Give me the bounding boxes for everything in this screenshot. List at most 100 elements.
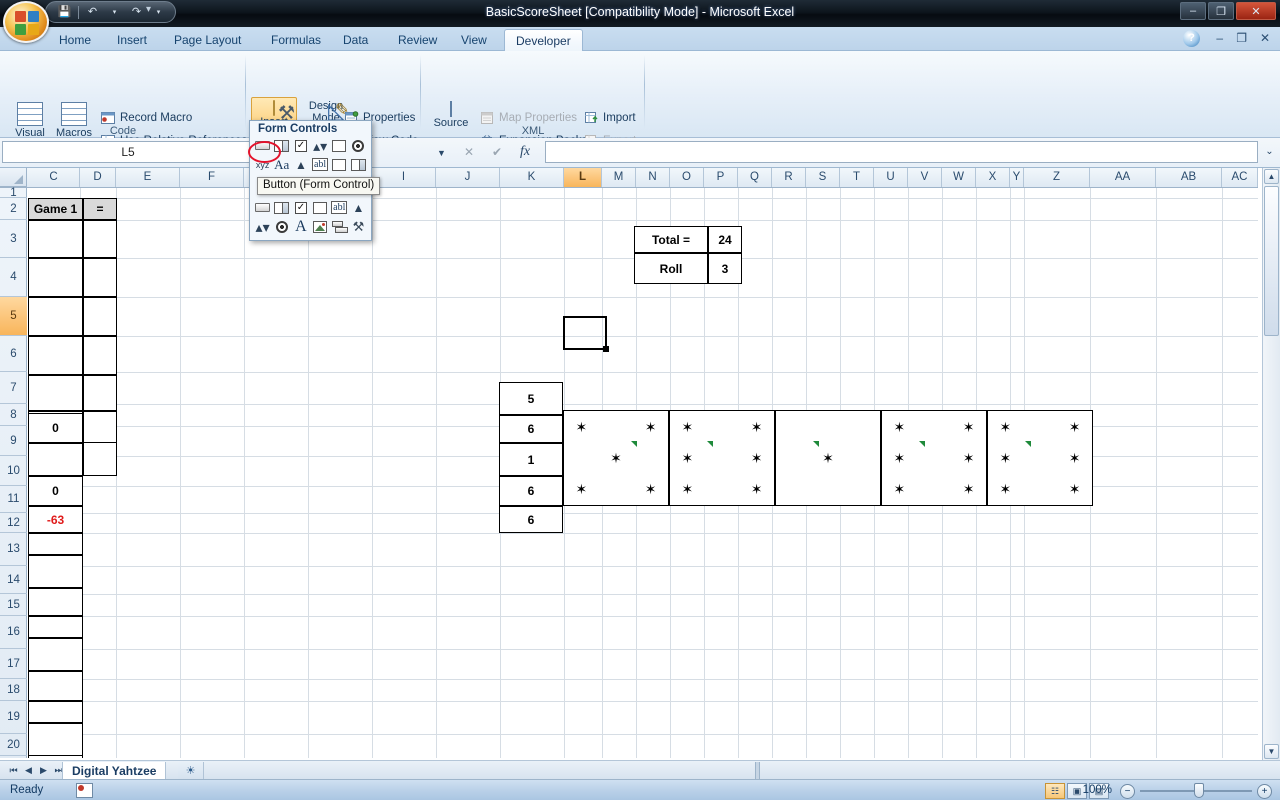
column-header-F[interactable]: F <box>180 168 244 187</box>
form-combo-drop-down-edit-control[interactable] <box>350 156 367 173</box>
activex-option-button-control[interactable] <box>273 218 290 235</box>
keeper-cell-3[interactable]: 1 <box>499 443 563 476</box>
tab-review[interactable]: Review <box>387 29 448 51</box>
row-header-3[interactable]: 3 <box>0 220 27 258</box>
cell-C8[interactable]: 0 <box>28 413 83 443</box>
row-header-2[interactable]: 2 <box>0 198 27 220</box>
name-box[interactable]: L5 <box>2 141 254 163</box>
column-header-S[interactable]: S <box>806 168 840 187</box>
activex-command-button-control[interactable] <box>254 199 271 216</box>
column-header-I[interactable]: I <box>372 168 436 187</box>
select-all-corner[interactable] <box>0 168 27 187</box>
sheet-tab-digital-yahtzee[interactable]: Digital Yahtzee <box>62 762 167 780</box>
cell-C15[interactable] <box>28 616 83 638</box>
roll-value-cell[interactable]: 3 <box>708 253 742 284</box>
column-header-Y[interactable]: Y <box>1010 168 1024 187</box>
next-sheet-button[interactable]: ▶ <box>36 764 51 778</box>
form-spin-button-control[interactable]: ▴▾ <box>312 137 329 154</box>
activex-combo-box-control[interactable] <box>273 199 290 216</box>
activex-more-controls[interactable]: ⚒ <box>350 218 367 235</box>
office-button[interactable] <box>3 1 49 43</box>
column-header-J[interactable]: J <box>436 168 500 187</box>
cell-C19[interactable] <box>28 723 83 756</box>
undo-dropdown-icon[interactable]: ▾ <box>106 4 123 21</box>
column-header-V[interactable]: V <box>908 168 942 187</box>
cell-C6[interactable] <box>28 375 83 411</box>
column-header-AA[interactable]: AA <box>1090 168 1156 187</box>
row-header-17[interactable]: 17 <box>0 649 27 679</box>
first-sheet-button[interactable]: ⏮ <box>6 764 21 778</box>
ribbon-close-button[interactable]: ✕ <box>1260 31 1270 45</box>
formula-input[interactable] <box>545 141 1258 163</box>
row-header-5[interactable]: 5 <box>0 297 27 336</box>
tab-insert[interactable]: Insert <box>106 29 158 51</box>
tab-data[interactable]: Data <box>332 29 379 51</box>
form-list-box-control[interactable] <box>331 137 348 154</box>
cell-D2[interactable] <box>83 220 117 258</box>
zoom-slider-handle[interactable] <box>1194 783 1204 798</box>
cell-D5[interactable] <box>83 336 117 375</box>
expand-formula-bar-icon[interactable]: ⌄ <box>1261 142 1278 162</box>
cell-C9[interactable] <box>28 443 83 476</box>
record-macro-status-icon[interactable] <box>76 783 93 798</box>
normal-view-button[interactable]: ☷ <box>1045 783 1065 799</box>
form-label-control[interactable]: Aa <box>273 156 290 173</box>
row-header-14[interactable]: 14 <box>0 566 27 594</box>
tab-page-layout[interactable]: Page Layout <box>163 29 252 51</box>
cell-C14[interactable] <box>28 588 83 616</box>
save-icon[interactable]: 💾 <box>56 4 73 21</box>
row-header-11[interactable]: 11 <box>0 486 27 513</box>
column-header-P[interactable]: P <box>704 168 738 187</box>
die-5[interactable]: ✶ ✶ ✶ ✶ ✶ ✶ ✶ ✶ ✶ <box>987 410 1093 506</box>
row-header-12[interactable]: 12 <box>0 513 27 533</box>
row-header-1[interactable]: 1 <box>0 187 27 199</box>
form-combo-list-edit-control[interactable] <box>331 156 348 173</box>
die-4[interactable]: ✶ ✶ ✶ ✶ ✶ ✶ ✶ ✶ ✶ <box>881 410 987 506</box>
row-header-6[interactable]: 6 <box>0 336 27 372</box>
cell-C2[interactable] <box>28 220 83 258</box>
activex-check-box-control[interactable]: ✓ <box>292 199 309 216</box>
activex-label-control[interactable]: A <box>292 218 309 235</box>
enter-formula-icon[interactable]: ✔ <box>483 141 511 163</box>
column-header-R[interactable]: R <box>772 168 806 187</box>
redo-dropdown-icon[interactable]: ▾ <box>150 4 167 21</box>
name-box-dropdown-icon[interactable]: ▼ <box>437 148 446 158</box>
cell-D9[interactable] <box>83 443 117 476</box>
row-header-20[interactable]: 20 <box>0 734 27 756</box>
column-header-D[interactable]: D <box>80 168 116 187</box>
cell-C10[interactable]: 0 <box>28 476 83 506</box>
zoom-in-button[interactable]: + <box>1257 784 1272 799</box>
ribbon-restore-button[interactable]: ❐ <box>1236 31 1247 45</box>
activex-spin-button-control[interactable]: ▴▾ <box>254 218 271 235</box>
column-header-M[interactable]: M <box>602 168 636 187</box>
column-header-X[interactable]: X <box>976 168 1010 187</box>
column-header-AC[interactable]: AC <box>1222 168 1258 187</box>
form-check-box-control[interactable]: ✓ <box>292 137 309 154</box>
roll-label-cell[interactable]: Roll <box>634 253 708 284</box>
restore-button[interactable]: ❐ <box>1208 2 1234 20</box>
tab-home[interactable]: Home <box>48 29 102 51</box>
insert-function-icon[interactable]: fx <box>511 141 539 163</box>
column-header-K[interactable]: K <box>500 168 564 187</box>
activex-toggle-button-control[interactable] <box>331 218 348 235</box>
cancel-formula-icon[interactable]: ✕ <box>455 141 483 163</box>
fill-handle[interactable] <box>603 346 609 352</box>
insert-worksheet-icon[interactable]: ☀ <box>178 762 204 780</box>
customize-qat-icon[interactable]: ▾ <box>146 4 151 15</box>
keeper-cell-1[interactable]: 5 <box>499 382 563 415</box>
column-header-AB[interactable]: AB <box>1156 168 1222 187</box>
row-header-18[interactable]: 18 <box>0 679 27 701</box>
form-scroll-bar-control[interactable]: ▲ <box>292 156 309 173</box>
zoom-out-button[interactable]: − <box>1120 784 1135 799</box>
column-header-T[interactable]: T <box>840 168 874 187</box>
cell-C18[interactable] <box>28 701 83 723</box>
activex-image-control[interactable] <box>312 218 329 235</box>
activex-list-box-control[interactable] <box>312 199 329 216</box>
scroll-down-button[interactable]: ▼ <box>1264 744 1279 759</box>
row-header-4[interactable]: 4 <box>0 258 27 297</box>
close-button[interactable]: ✕ <box>1236 2 1276 20</box>
cell-D4[interactable] <box>83 297 117 336</box>
total-label-cell[interactable]: Total = <box>634 226 708 253</box>
cell-C3[interactable] <box>28 258 83 297</box>
cell-D7[interactable] <box>83 411 117 443</box>
